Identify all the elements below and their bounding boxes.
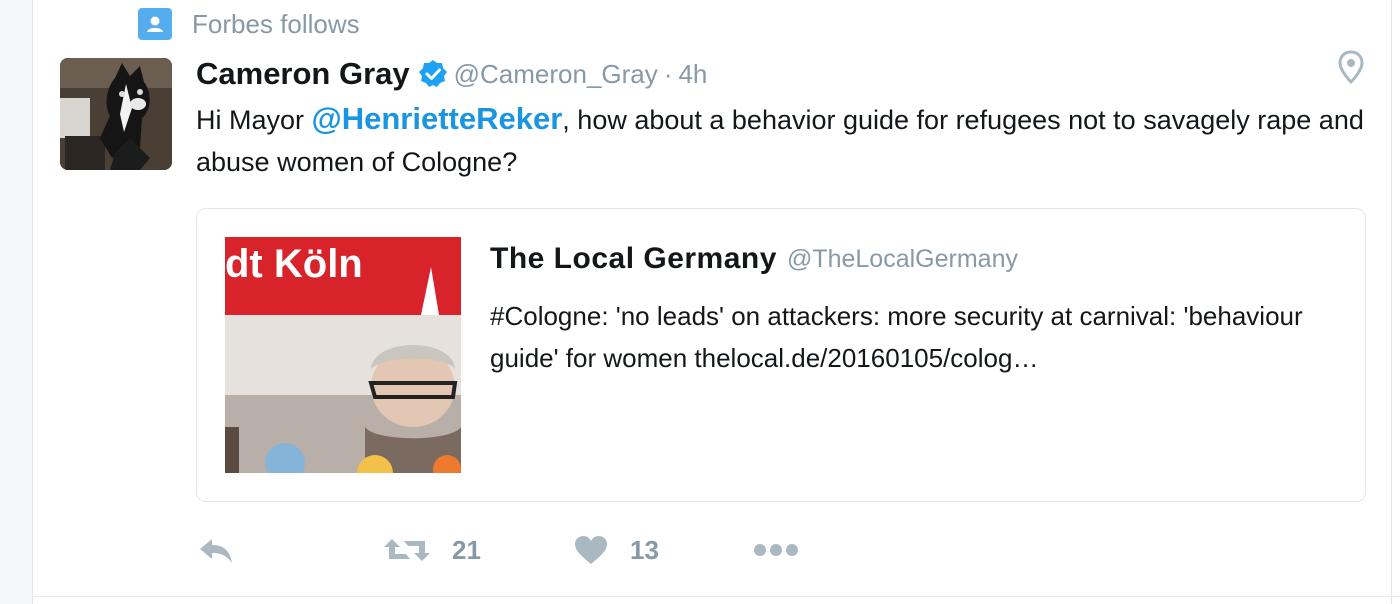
retweet-icon — [384, 539, 430, 561]
left-gutter — [0, 0, 33, 604]
more-options-button[interactable] — [752, 524, 800, 576]
tweet-text-before: Hi Mayor — [196, 105, 312, 135]
location-pin-icon[interactable] — [1337, 50, 1365, 84]
tweet-header: Cameron Gray @Cameron_Gray · 4h — [196, 54, 707, 94]
avatar[interactable] — [60, 58, 172, 170]
separator: · — [663, 58, 673, 89]
reply-button[interactable] — [196, 524, 236, 576]
author-name[interactable]: Cameron Gray — [196, 56, 410, 92]
quoted-author-name[interactable]: The Local Germany — [490, 242, 777, 276]
tweet-timestamp[interactable]: 4h — [678, 59, 707, 90]
retweet-button[interactable]: 21 — [384, 524, 481, 576]
tweet-context[interactable]: Forbes follows — [138, 8, 360, 40]
more-dots-icon — [754, 544, 798, 556]
mention-link[interactable]: @HenrietteReker — [312, 101, 563, 136]
quoted-tweet-header: The Local Germany @TheLocalGermany — [490, 239, 1018, 279]
reply-icon — [200, 539, 232, 563]
tweet-divider — [32, 596, 1400, 597]
quoted-tweet-card[interactable]: dt Köln The Local Germany @TheLocalGerma… — [196, 208, 1366, 502]
person-icon — [138, 8, 172, 40]
tweet-actions: 21 13 — [196, 524, 896, 576]
context-label: Forbes follows — [192, 8, 360, 39]
author-handle[interactable]: @Cameron_Gray — [454, 59, 658, 90]
like-button[interactable]: 13 — [574, 524, 659, 576]
heart-icon — [575, 536, 607, 564]
retweet-count: 21 — [452, 534, 481, 565]
quoted-author-handle[interactable]: @TheLocalGermany — [787, 245, 1018, 274]
tweet-text: Hi Mayor @HenrietteReker, how about a be… — [196, 98, 1376, 183]
quoted-tweet-text: #Cologne: 'no leads' on attackers: more … — [490, 301, 1303, 373]
right-border — [1391, 0, 1392, 604]
verified-icon — [418, 60, 447, 87]
quoted-tweet-image[interactable]: dt Köln — [225, 237, 461, 473]
like-count: 13 — [630, 534, 659, 565]
image-banner-text: dt Köln — [225, 242, 363, 286]
